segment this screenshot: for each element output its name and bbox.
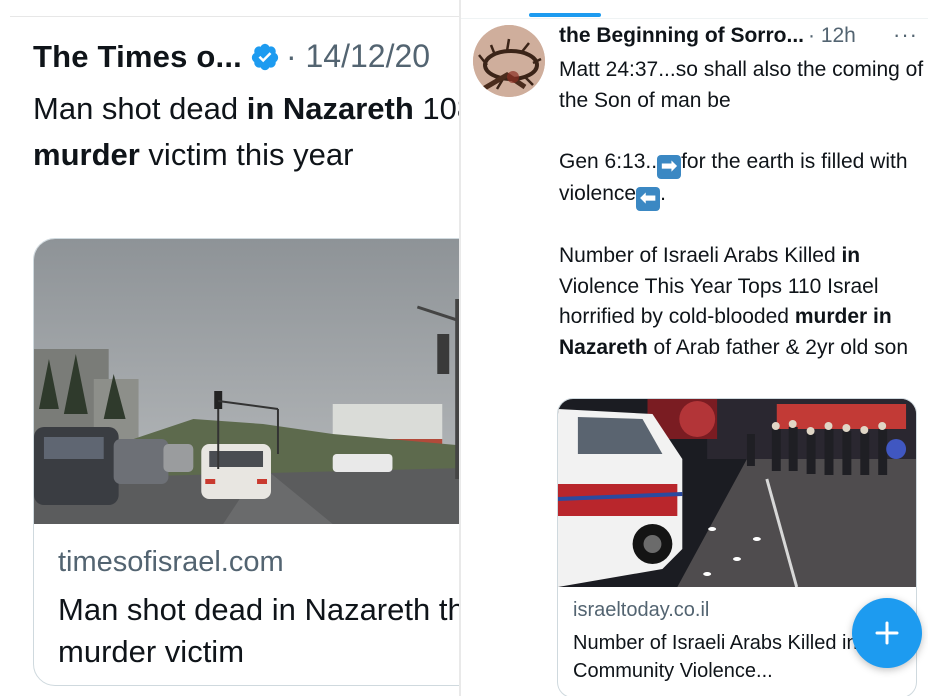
text-segment: Number of Israeli Arabs Killed <box>559 244 842 267</box>
street-photo <box>34 239 459 524</box>
text-segment: Gen 6:13.. <box>559 149 658 173</box>
text-paragraph: Gen 6:13.. ➡ for the earth is filled with … <box>559 147 924 211</box>
right-tweet-screenshot: the Beginning of Sorro... · 12h ··· Matt… <box>461 0 928 696</box>
text-segment: Man shot dead <box>33 91 247 126</box>
tweet-time[interactable]: · 12h <box>808 24 856 48</box>
more-options-icon[interactable]: ··· <box>893 22 918 48</box>
tweet-header: The Times o... · 14/12/20 <box>33 38 430 75</box>
author-name[interactable]: The Times o... <box>33 39 242 75</box>
plus-icon <box>875 621 899 645</box>
text-segment-bold: murder <box>33 137 140 172</box>
text-segment: victim this year <box>139 137 354 172</box>
tweet-text: Matt 24:37...so shall also the coming of… <box>559 55 924 363</box>
avatar[interactable] <box>473 25 545 97</box>
text-segment: 108th Arab <box>422 91 459 126</box>
verified-badge-icon <box>251 43 279 70</box>
active-tab-indicator <box>529 13 601 17</box>
left-tweet-screenshot: The Times o... · 14/12/20 Man shot dead … <box>0 0 459 696</box>
text-segment-bold: in Nazareth <box>246 91 414 126</box>
tweet-date[interactable]: · 14/12/20 <box>286 38 430 75</box>
text-paragraph: Matt 24:37...so shall also the coming of… <box>559 58 924 112</box>
tweet-header: the Beginning of Sorro... · 12h <box>559 24 856 48</box>
right-arrow-icon: ➡ <box>657 154 682 179</box>
author-name[interactable]: the Beginning of Sorro... <box>559 24 804 48</box>
tweet-text: Man shot dead in Nazareth 108th Arab mur… <box>33 86 459 178</box>
text-segment: of Arab father & 2yr old son <box>647 335 909 359</box>
divider <box>461 18 928 19</box>
compose-tweet-button[interactable] <box>852 598 922 668</box>
text-paragraph: Number of Israeli Arabs Killed in Violen… <box>559 241 924 363</box>
left-arrow-icon: ⬅ <box>636 186 661 211</box>
text-segment-bold: in <box>841 244 861 267</box>
divider <box>10 16 459 17</box>
crown-of-thorns-image <box>473 25 545 97</box>
police-scene-photo <box>558 399 916 587</box>
link-preview-card[interactable]: timesofisrael.com Man shot dead in Nazar… <box>33 238 459 686</box>
text-segment: . <box>660 181 666 205</box>
card-domain: israeltoday.co.il <box>573 599 710 621</box>
card-title: Man shot dead in Nazareth the 108th Arab… <box>58 592 459 669</box>
card-domain: timesofisrael.com <box>58 546 284 578</box>
